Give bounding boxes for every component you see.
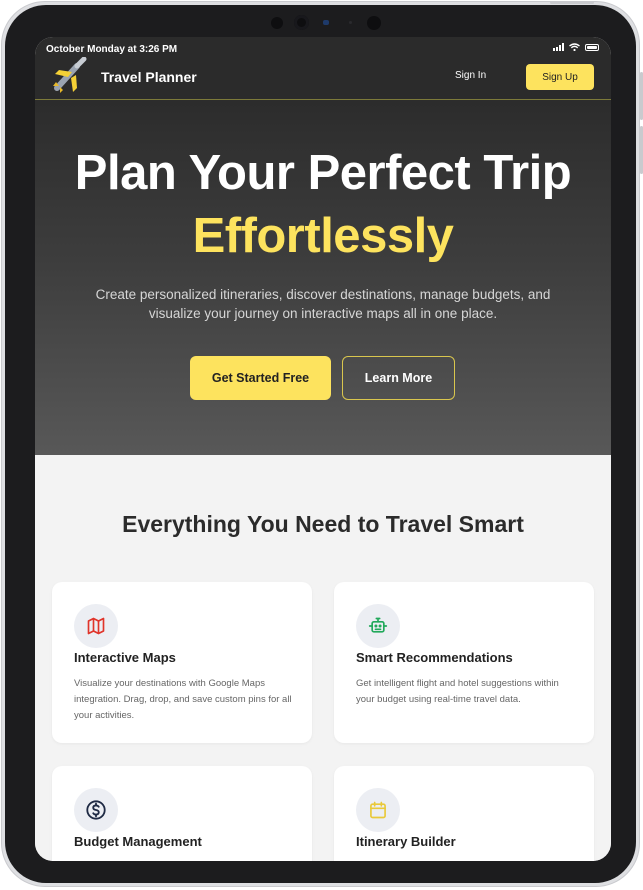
status-bar: October Monday at 3:26 PM: [35, 37, 611, 59]
status-time: October Monday at 3:26 PM: [46, 44, 178, 55]
front-camera: [294, 15, 309, 30]
feature-card-smart-recommendations: Smart Recommendations Get intelligent fl…: [334, 582, 594, 743]
features-section: Everything You Need to Travel Smart Inte…: [35, 455, 611, 861]
battery-icon: [585, 43, 599, 51]
dollar-icon: [86, 800, 106, 820]
card-title: Itinerary Builder: [356, 834, 456, 849]
sensor: [367, 16, 381, 30]
calendar-icon: [370, 801, 386, 819]
brand-name[interactable]: Travel Planner: [101, 69, 197, 85]
airplane-logo-icon[interactable]: [51, 57, 93, 95]
card-icon-badge: [74, 788, 118, 832]
hero-accent-title: Effortlessly: [192, 209, 454, 263]
learn-more-button[interactable]: Learn More: [342, 356, 455, 400]
hero-section: Plan Your Perfect Trip Effortlessly Crea…: [35, 100, 611, 455]
sensor: [271, 17, 283, 29]
sensor: [323, 20, 329, 25]
tablet-frame: October Monday at 3:26 PM Travel Planner…: [1, 1, 643, 887]
card-icon-badge: [74, 604, 118, 648]
card-icon-badge: [356, 604, 400, 648]
robot-icon: [368, 617, 388, 633]
hero-subtitle: Create personalized itineraries, discove…: [95, 287, 551, 321]
sign-in-link[interactable]: Sign In: [455, 70, 486, 81]
get-started-button[interactable]: Get Started Free: [190, 356, 331, 400]
card-title: Interactive Maps: [74, 650, 176, 665]
feature-card-budget-management: Budget Management: [52, 766, 312, 861]
card-description: Get intelligent flight and hotel suggest…: [356, 678, 559, 705]
sensor: [349, 21, 352, 24]
status-icons: [553, 43, 599, 51]
screen: October Monday at 3:26 PM Travel Planner…: [35, 37, 611, 861]
features-title: Everything You Need to Travel Smart: [122, 511, 524, 537]
feature-card-itinerary-builder: Itinerary Builder: [334, 766, 594, 861]
card-title: Budget Management: [74, 834, 202, 849]
wifi-icon: [569, 43, 580, 51]
top-navbar: Travel Planner Sign In Sign Up: [35, 57, 611, 100]
sign-up-button[interactable]: Sign Up: [526, 64, 594, 90]
card-title: Smart Recommendations: [356, 650, 513, 665]
map-icon: [87, 617, 105, 635]
card-icon-badge: [356, 788, 400, 832]
top-button: [550, 1, 594, 4]
cellular-signal-icon: [553, 43, 564, 51]
hero-title: Plan Your Perfect Trip: [74, 146, 572, 200]
feature-card-interactive-maps: Interactive Maps Visualize your destinat…: [52, 582, 312, 743]
card-description: Visualize your destinations with Google …: [74, 678, 292, 721]
